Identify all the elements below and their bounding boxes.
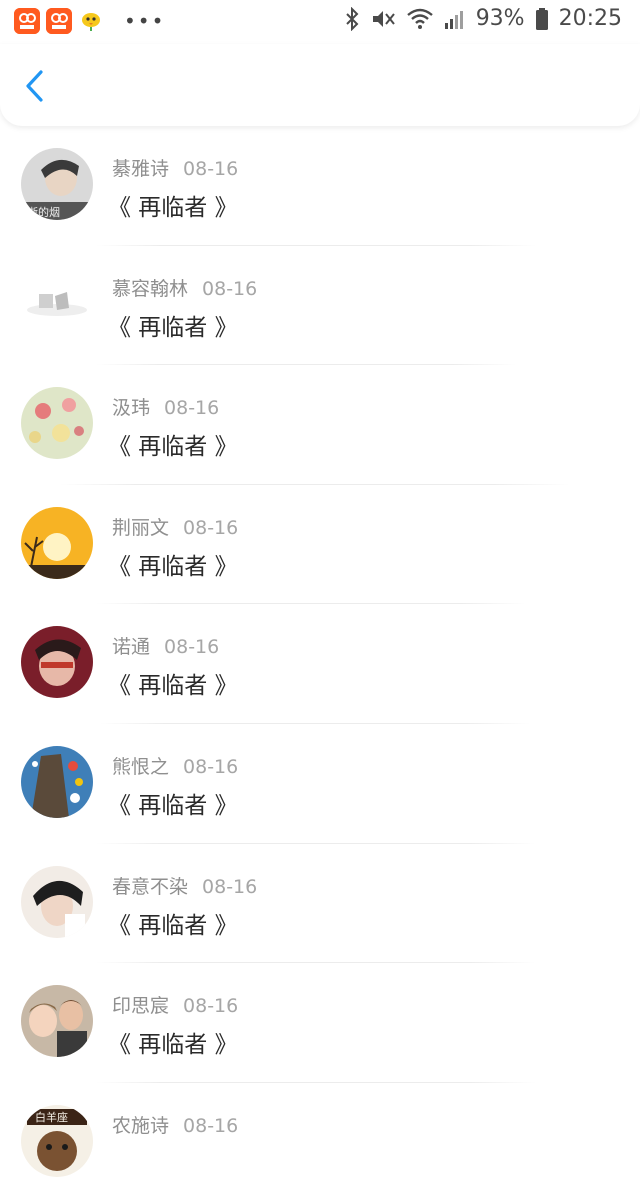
clock: 20:25 xyxy=(558,6,622,31)
user-name[interactable]: 荆丽文 xyxy=(112,517,169,539)
svg-text:逝的烟: 逝的烟 xyxy=(27,205,60,219)
item-title[interactable]: 《 再临者 》 xyxy=(108,188,238,222)
item-title[interactable]: 《 再临者 》 xyxy=(108,906,238,940)
item-date: 08-16 xyxy=(202,875,258,898)
list-item[interactable]: 熊恨之 08-16 《 再临者 》 xyxy=(0,724,640,844)
item-meta: 熊恨之 08-16 xyxy=(112,752,238,779)
bluetooth-icon xyxy=(345,6,359,31)
mute-vibrate-icon xyxy=(372,10,395,27)
list-item[interactable]: 慕容翰林 08-16 《 再临者 》 xyxy=(0,246,640,366)
list-item[interactable]: 白羊座 农施诗 08-16 xyxy=(0,1083,640,1202)
user-name[interactable]: 诺通 xyxy=(112,636,150,658)
avatar[interactable] xyxy=(21,745,93,818)
app-badge-icon xyxy=(46,8,72,34)
wifi-icon xyxy=(406,8,433,29)
back-button[interactable] xyxy=(14,64,54,108)
avatar[interactable] xyxy=(21,626,93,699)
item-title[interactable]: 《 再临者 》 xyxy=(108,666,238,700)
user-name[interactable]: 农施诗 xyxy=(112,1115,169,1137)
user-name[interactable]: 印思宸 xyxy=(112,995,169,1017)
battery-percent: 93% xyxy=(475,6,525,31)
battery-icon xyxy=(535,7,548,30)
more-dots-icon: ••• xyxy=(124,9,166,33)
avatar[interactable] xyxy=(21,506,93,579)
item-date: 08-16 xyxy=(164,397,220,420)
item-title[interactable]: 《 再临者 》 xyxy=(108,1025,238,1059)
svg-text:白羊座: 白羊座 xyxy=(35,1110,68,1124)
top-nav-header xyxy=(0,44,640,126)
avatar[interactable] xyxy=(21,387,93,460)
item-meta: 农施诗 08-16 xyxy=(112,1111,238,1138)
item-title[interactable]: 《 再临者 》 xyxy=(108,427,238,461)
user-name[interactable]: 慕容翰林 xyxy=(112,278,188,300)
user-name[interactable]: 綦雅诗 xyxy=(112,158,169,180)
item-meta: 汲玮 08-16 xyxy=(112,393,219,420)
status-bar: ••• 93% 20:25 xyxy=(0,0,640,44)
avatar[interactable] xyxy=(21,865,93,938)
item-meta: 荆丽文 08-16 xyxy=(112,513,238,540)
item-date: 08-16 xyxy=(164,636,220,659)
avatar[interactable] xyxy=(21,267,93,340)
item-title[interactable]: 《 再临者 》 xyxy=(108,786,238,820)
list-item[interactable]: 诺通 08-16 《 再临者 》 xyxy=(0,604,640,724)
avatar[interactable]: 逝的烟 xyxy=(21,148,93,220)
status-left-icons: ••• xyxy=(14,8,165,34)
bird-app-icon xyxy=(78,8,104,34)
list-item[interactable]: 印思宸 08-16 《 再临者 》 xyxy=(0,963,640,1083)
list-item[interactable]: 汲玮 08-16 《 再临者 》 xyxy=(0,365,640,485)
chevron-left-icon xyxy=(26,70,43,102)
item-title[interactable]: 《 再临者 》 xyxy=(108,547,238,581)
activity-list: 逝的烟 綦雅诗 08-16 《 再临者 》 慕容翰林 08-16 《 再临者 》 汲… xyxy=(0,126,640,1202)
app-badge-icon xyxy=(14,8,40,34)
user-name[interactable]: 春意不染 xyxy=(112,876,188,898)
user-name[interactable]: 熊恨之 xyxy=(112,756,169,778)
list-item[interactable]: 春意不染 08-16 《 再临者 》 xyxy=(0,844,640,964)
status-right-icons: 93% 20:25 xyxy=(344,6,622,31)
avatar[interactable] xyxy=(21,985,93,1058)
item-date: 08-16 xyxy=(183,995,239,1018)
item-meta: 印思宸 08-16 xyxy=(112,991,238,1018)
item-date: 08-16 xyxy=(183,755,239,778)
list-item[interactable]: 荆丽文 08-16 《 再临者 》 xyxy=(0,485,640,605)
item-title[interactable]: 《 再临者 》 xyxy=(108,308,238,342)
item-date: 08-16 xyxy=(202,277,258,300)
item-date: 08-16 xyxy=(183,1114,239,1137)
item-meta: 綦雅诗 08-16 xyxy=(112,154,238,181)
item-meta: 慕容翰林 08-16 xyxy=(112,274,257,301)
item-date: 08-16 xyxy=(183,516,239,539)
item-meta: 春意不染 08-16 xyxy=(112,872,257,899)
item-meta: 诺通 08-16 xyxy=(112,632,219,659)
avatar[interactable]: 白羊座 xyxy=(21,1104,93,1177)
list-item[interactable]: 逝的烟 綦雅诗 08-16 《 再临者 》 xyxy=(0,126,640,246)
user-name[interactable]: 汲玮 xyxy=(112,397,150,419)
signal-icon xyxy=(444,10,463,29)
item-date: 08-16 xyxy=(183,158,239,180)
